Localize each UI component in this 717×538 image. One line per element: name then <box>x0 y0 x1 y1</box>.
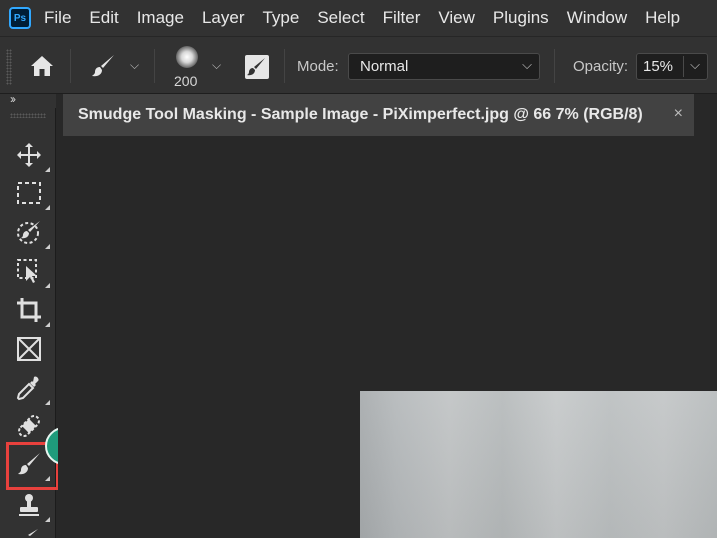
brush-settings-button[interactable] <box>243 53 271 81</box>
mode-dropdown[interactable]: Normal ⌵ <box>348 53 540 80</box>
menu-select[interactable]: Select <box>308 8 373 28</box>
tool-group-indicator <box>45 205 50 210</box>
panel-collapse-strip: ›› <box>0 92 56 108</box>
separator <box>70 49 71 83</box>
object-selection-icon <box>17 259 37 283</box>
chevron-down-icon: ⌵ <box>522 57 532 72</box>
move-icon <box>17 143 41 167</box>
history-brush-icon <box>28 529 38 536</box>
quick-selection-icon <box>17 221 40 244</box>
move-tool[interactable] <box>14 140 50 172</box>
tool-group-indicator <box>45 517 50 522</box>
options-bar: ⌵ 200 ⌵ Mode: Normal ⌵ Opacity: 15% ⌵ <box>0 36 717 94</box>
menu-plugins[interactable]: Plugins <box>484 8 558 28</box>
crop-tool[interactable] <box>14 295 50 327</box>
options-bar-grip[interactable] <box>6 49 12 85</box>
menu-window[interactable]: Window <box>558 8 636 28</box>
separator <box>683 56 684 77</box>
history-brush-tool[interactable] <box>14 528 44 538</box>
document-image[interactable] <box>360 391 717 538</box>
document-tab-title: Smudge Tool Masking - Sample Image - PiX… <box>78 106 643 123</box>
separator <box>554 49 555 83</box>
tool-group-indicator <box>45 167 50 172</box>
mode-label: Mode: <box>297 58 339 75</box>
menu-type[interactable]: Type <box>253 8 308 28</box>
bandage-icon <box>18 415 40 437</box>
menu-edit[interactable]: Edit <box>80 8 127 28</box>
tool-preset-button[interactable] <box>88 52 118 80</box>
document-tab-bar: Smudge Tool Masking - Sample Image - PiX… <box>58 94 717 136</box>
menu-file[interactable]: File <box>44 8 80 28</box>
home-button[interactable] <box>28 53 56 79</box>
document-tab[interactable]: Smudge Tool Masking - Sample Image - PiX… <box>63 94 694 136</box>
opacity-chevron-down-icon[interactable]: ⌵ <box>690 57 700 73</box>
frame-tool[interactable] <box>14 334 44 364</box>
menu-layer[interactable]: Layer <box>193 8 254 28</box>
tool-group-indicator <box>45 400 50 405</box>
stamp-icon <box>19 494 39 516</box>
tool-group-indicator <box>45 322 50 327</box>
menu-bar: Ps File Edit Image Layer Type Select Fil… <box>0 0 717 36</box>
home-icon <box>31 56 53 76</box>
brush-tip-preview[interactable] <box>176 46 198 68</box>
menu-help[interactable]: Help <box>636 8 689 28</box>
opacity-label: Opacity: <box>573 58 629 75</box>
mode-value: Normal <box>360 58 409 75</box>
object-selection-tool[interactable] <box>14 256 50 288</box>
healing-brush-tool[interactable] <box>14 411 50 443</box>
opacity-field[interactable]: 15% ⌵ <box>636 53 708 80</box>
menu-image[interactable]: Image <box>128 8 193 28</box>
quick-selection-tool[interactable] <box>14 217 50 249</box>
crop-icon <box>17 298 41 322</box>
separator <box>284 49 285 83</box>
brush-settings-icon <box>245 55 269 79</box>
brush-picker-chevron-down-icon[interactable]: ⌵ <box>212 58 221 73</box>
menu-filter[interactable]: Filter <box>374 8 430 28</box>
separator <box>154 49 155 83</box>
eyedropper-tool[interactable] <box>14 373 50 405</box>
photoshop-logo-icon[interactable]: Ps <box>9 7 31 29</box>
tools-panel-grip[interactable] <box>10 113 46 118</box>
brush-icon <box>92 55 114 77</box>
close-icon[interactable]: × <box>674 105 683 123</box>
expand-panels-icon[interactable]: ›› <box>10 92 16 106</box>
menu-view[interactable]: View <box>429 8 484 28</box>
clone-stamp-tool[interactable] <box>14 490 50 522</box>
opacity-value[interactable]: 15% <box>637 58 673 75</box>
tool-preset-chevron-down-icon[interactable]: ⌵ <box>130 58 139 73</box>
frame-icon <box>17 337 41 361</box>
tool-group-indicator <box>45 244 50 249</box>
marquee-tool[interactable] <box>14 178 50 210</box>
tool-group-indicator <box>45 283 50 288</box>
brush-size-value: 200 <box>174 73 198 89</box>
eyedropper-icon <box>16 376 39 401</box>
rectangular-marquee-icon <box>17 182 41 204</box>
